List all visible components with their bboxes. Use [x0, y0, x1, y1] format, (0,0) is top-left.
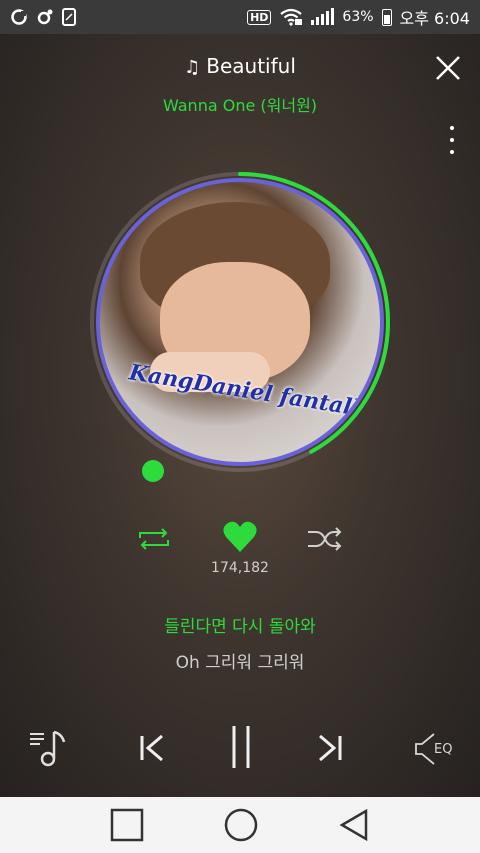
clock: 오후 6:04 — [399, 9, 470, 28]
home-circle-icon[interactable] — [223, 807, 259, 843]
song-title: Beautiful — [206, 54, 296, 78]
more-options-icon[interactable] — [448, 126, 456, 154]
progress-handle[interactable] — [142, 460, 164, 482]
status-right: HD 63% 오후 6:04 — [247, 5, 470, 29]
playlist-icon[interactable] — [28, 728, 68, 768]
like-count: 174,182 — [211, 560, 269, 576]
status-left — [10, 8, 76, 26]
heart-icon[interactable] — [222, 520, 258, 554]
progress-ring[interactable] — [88, 170, 392, 474]
eq-label[interactable]: EQ — [434, 742, 452, 757]
signal-icon — [311, 8, 335, 25]
equalizer-icon[interactable] — [414, 728, 436, 768]
location-icon — [37, 9, 53, 25]
battery-icon — [381, 8, 392, 26]
now-playing-screen: ♫ Beautiful Wanna One (워너원) KangDaniel fa… — [0, 34, 480, 797]
song-title-row: ♫ Beautiful — [0, 54, 480, 78]
next-track-icon[interactable] — [314, 728, 346, 768]
screenshot-icon — [62, 8, 76, 26]
music-note-icon: ♫ — [184, 57, 201, 78]
album-art-container: KangDaniel fantalk — [88, 170, 392, 474]
shuffle-icon[interactable] — [306, 524, 344, 554]
previous-track-icon[interactable] — [136, 728, 168, 768]
wifi-icon — [280, 8, 303, 26]
cloud-sync-icon — [11, 9, 27, 25]
recents-square-icon[interactable] — [110, 808, 144, 842]
battery-percent: 63% — [342, 9, 374, 25]
system-nav-bar — [0, 797, 480, 853]
lyric-next-line[interactable]: Oh 그리워 그리워 — [0, 648, 480, 673]
artist-name[interactable]: Wanna One (워너원) — [0, 92, 480, 116]
close-icon[interactable] — [432, 52, 464, 84]
back-triangle-icon[interactable] — [338, 808, 370, 842]
secondary-controls — [0, 521, 480, 564]
pause-icon[interactable] — [226, 722, 256, 772]
lyric-current-line[interactable]: 들린다면 다시 돌아와 — [0, 612, 480, 637]
status-bar: HD 63% 오후 6:04 — [0, 0, 480, 34]
transport-controls: EQ — [0, 726, 480, 774]
hd-voice-icon: HD — [247, 9, 272, 25]
repeat-icon[interactable] — [136, 524, 172, 554]
